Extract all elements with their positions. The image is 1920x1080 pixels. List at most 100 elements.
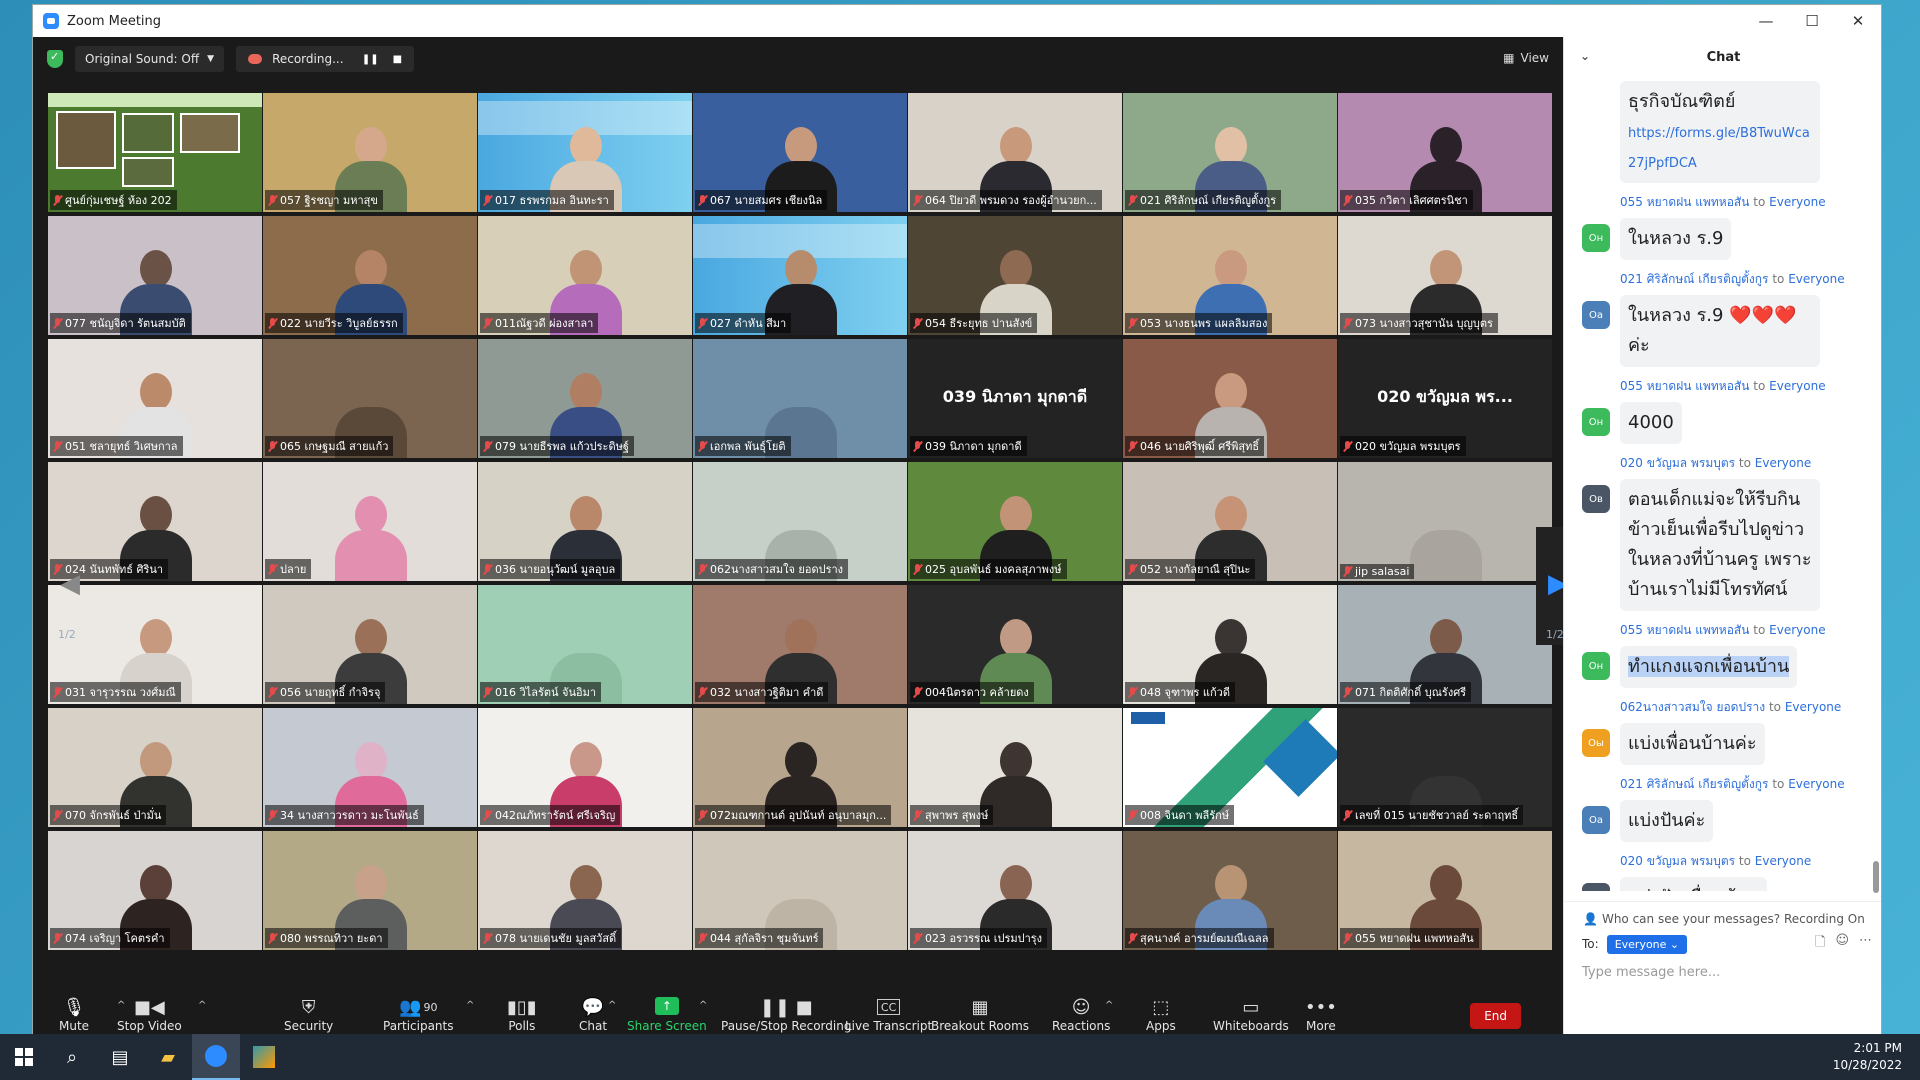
- form-link[interactable]: https://forms.gle/B8TwuWca27jPpfDCA: [1628, 126, 1810, 171]
- search-icon[interactable]: ⌕: [48, 1034, 96, 1080]
- video-tile[interactable]: jip salasai: [1338, 462, 1552, 581]
- live-transcript-button[interactable]: CC Live Transcript: [845, 999, 932, 1033]
- security-button[interactable]: ⛨ Security: [284, 995, 333, 1034]
- video-tile[interactable]: 048 จุฑาพร แก้วดี: [1123, 585, 1337, 704]
- previous-page-button[interactable]: ◀ 1/2: [48, 527, 92, 645]
- video-tile[interactable]: 078 นายเดนชัย มูลสวัสดิ์: [478, 831, 692, 950]
- video-tile[interactable]: 008 จินดา พลีรักษ์: [1123, 708, 1337, 827]
- video-tile[interactable]: 021 ศิริลักษณ์ เกียรติญูตั้งกูร: [1123, 93, 1337, 212]
- video-tile[interactable]: 020 ขวัญมล พร... 020 ขวัญมล พรมบุตร: [1338, 339, 1552, 458]
- video-tile[interactable]: 080 พรรณทิวา ยะดา: [263, 831, 477, 950]
- apps-button[interactable]: ⬚ Apps: [1146, 995, 1176, 1034]
- video-tile[interactable]: 052 นางกัลยาณี สุปินะ: [1123, 462, 1337, 581]
- more-button[interactable]: ••• More: [1305, 995, 1337, 1034]
- whiteboards-button[interactable]: ▭ Whiteboards: [1213, 995, 1289, 1034]
- chat-sender[interactable]: 055 หยาดฝน แพทหอสัน: [1620, 379, 1749, 393]
- video-tile[interactable]: 071 กิตติศักดิ์ บุณรังศรี: [1338, 585, 1552, 704]
- video-tile[interactable]: 077 ชนัญจิดา รัตนสมบัติ: [48, 216, 262, 335]
- chat-sender[interactable]: 021 ศิริลักษณ์ เกียรติญูตั้งกูร: [1620, 777, 1768, 791]
- video-tile[interactable]: ปลาย: [263, 462, 477, 581]
- video-tile[interactable]: 004นิตรดาว คล้ายดง: [908, 585, 1122, 704]
- video-tile[interactable]: 074 เจริญา โคตรคำ: [48, 831, 262, 950]
- chat-caret-icon[interactable]: ^: [608, 1000, 616, 1011]
- chat-sender[interactable]: 021 ศิริลักษณ์ เกียรติญูตั้งกูร: [1620, 272, 1768, 286]
- video-tile[interactable]: 064 ปิยวดี พรมดวง รองผู้อำนวยก...: [908, 93, 1122, 212]
- file-explorer-icon[interactable]: ▰: [144, 1034, 192, 1080]
- pause-recording-icon[interactable]: ❚❚: [362, 54, 379, 65]
- video-tile[interactable]: 065 เกษฐมณี สายแก้ว: [263, 339, 477, 458]
- video-tile[interactable]: 046 นายศิริพุฒิ์ ศรีพิสุทธิ์: [1123, 339, 1337, 458]
- chat-sender[interactable]: 020 ขวัญมล พรมบุตร: [1620, 456, 1735, 470]
- chat-sender[interactable]: 062นางสาวสมใจ ยอดปราง: [1620, 700, 1765, 714]
- video-tile[interactable]: สุพาพร สุพงษ์: [908, 708, 1122, 827]
- share-caret-icon[interactable]: ^: [699, 1000, 707, 1011]
- recipient-dropdown[interactable]: Everyone ⌄: [1606, 934, 1688, 954]
- zoom-taskbar-icon[interactable]: [192, 1034, 240, 1080]
- video-tile[interactable]: 032 นางสาวฐิติมา คำดี: [693, 585, 907, 704]
- chat-messages[interactable]: ธุรกิจบัณฑิตย์ https://forms.gle/B8TwuWc…: [1564, 81, 1864, 891]
- video-tile[interactable]: 044 สุกัลจิรา ชุมจันทร์: [693, 831, 907, 950]
- chat-sender[interactable]: 055 หยาดฝน แพทหอสัน: [1620, 195, 1749, 209]
- participants-button[interactable]: 👥 90 Participants: [383, 995, 454, 1034]
- chat-scrollbar[interactable]: [1873, 861, 1879, 893]
- video-tile[interactable]: 067 นายสมศร เชียงนิล: [693, 93, 907, 212]
- polls-button[interactable]: ▮▯▮ Polls: [507, 995, 537, 1034]
- video-tile[interactable]: 022 นายวีระ วิบูลย์ธรรก: [263, 216, 477, 335]
- task-view-icon[interactable]: ▤: [96, 1034, 144, 1080]
- video-tile[interactable]: 056 นายฤทธิ์ กำจิรจุ: [263, 585, 477, 704]
- view-button[interactable]: ▦ View: [1503, 51, 1549, 65]
- video-tile[interactable]: สุคนางค์ อารมย์ฒมณีเฉลล: [1123, 831, 1337, 950]
- video-tile[interactable]: 017 ธรพรกมล อินทะรา: [478, 93, 692, 212]
- video-tile[interactable]: 023 อรวรรณ เปรมปารุง: [908, 831, 1122, 950]
- video-tile[interactable]: 042ณภัทรารัตน์ ศรีเจริญ: [478, 708, 692, 827]
- chat-input[interactable]: Type message here...: [1582, 965, 1720, 980]
- share-screen-button[interactable]: ↑ Share Screen: [627, 997, 707, 1033]
- video-tile[interactable]: 011ณัฐวดี ผ่องสาลา: [478, 216, 692, 335]
- chat-sender[interactable]: 020 ขวัญมล พรมบุตร: [1620, 854, 1735, 868]
- video-tile[interactable]: 039 นิภาดา มุกดาดี 039 นิภาดา มุกดาดี: [908, 339, 1122, 458]
- file-icon[interactable]: 🗋: [1815, 933, 1825, 955]
- video-tile[interactable]: 070 จักรพันธ์ ป่ามั่น: [48, 708, 262, 827]
- start-button[interactable]: [0, 1034, 48, 1080]
- video-tile[interactable]: ศูนย์กุ่มเชษฐ์ ห้อง 202: [48, 93, 262, 212]
- original-sound-button[interactable]: Original Sound: Off ▼: [75, 46, 225, 72]
- video-tile[interactable]: 035 กวิตา เลิศศตรนิชา: [1338, 93, 1552, 212]
- video-tile[interactable]: 057 ฐิรชญา มหาสุข: [263, 93, 477, 212]
- stop-video-button[interactable]: ■◀ Stop Video: [117, 995, 182, 1034]
- breakout-rooms-button[interactable]: ▦ Breakout Rooms: [931, 995, 1029, 1034]
- video-tile[interactable]: 054 ธีระยุทธ ปานสังข์: [908, 216, 1122, 335]
- chevron-down-icon[interactable]: ▼: [207, 54, 214, 64]
- video-tile[interactable]: 055 หยาดฝน แพทหอสัน: [1338, 831, 1552, 950]
- who-can-see-link[interactable]: 👤 Who can see your messages? Recording O…: [1564, 901, 1881, 926]
- more-options-icon[interactable]: ⋯: [1859, 933, 1872, 955]
- video-tile[interactable]: 073 นางสาวสุชานัน บุญบุตร: [1338, 216, 1552, 335]
- video-tile[interactable]: 34 นางสาววรดาว มะโนพันธ์: [263, 708, 477, 827]
- close-icon[interactable]: ✕: [1835, 5, 1881, 37]
- video-tile[interactable]: 027 ดำหัน สีมา: [693, 216, 907, 335]
- reactions-button[interactable]: ☺ Reactions: [1052, 995, 1110, 1034]
- video-tile[interactable]: 072มณฑกานต์ อุปนันท์ อนุบาลมุก...: [693, 708, 907, 827]
- video-options-caret-icon[interactable]: ^: [198, 1000, 206, 1011]
- video-tile[interactable]: 062นางสาวสมใจ ยอดปราง: [693, 462, 907, 581]
- emoji-icon[interactable]: ☺: [1835, 933, 1849, 955]
- app-taskbar-icon[interactable]: [240, 1034, 288, 1080]
- video-tile[interactable]: 053 นางธนพร แผลลิมสอง: [1123, 216, 1337, 335]
- video-tile[interactable]: เลขที่ 015 นายชัชวาลย์ ระดาฤทธิ์: [1338, 708, 1552, 827]
- reactions-caret-icon[interactable]: ^: [1105, 1000, 1113, 1011]
- end-meeting-button[interactable]: End: [1470, 1003, 1521, 1029]
- mute-button[interactable]: 🎙 Mute: [59, 995, 89, 1034]
- video-tile[interactable]: 036 นายอนุวัฒน์ มูลอุบล: [478, 462, 692, 581]
- video-tile[interactable]: 079 นายธีรพล แก้วประดิษฐ์: [478, 339, 692, 458]
- video-tile[interactable]: 025 อุบลพันธ์ มงคลสุภาพงษ์: [908, 462, 1122, 581]
- maximize-icon[interactable]: ☐: [1789, 5, 1835, 37]
- participants-caret-icon[interactable]: ^: [466, 1000, 474, 1011]
- stop-recording-icon[interactable]: ■: [393, 54, 402, 65]
- chat-sender[interactable]: 055 หยาดฝน แพทหอสัน: [1620, 623, 1749, 637]
- chevron-down-icon[interactable]: ⌄: [1580, 49, 1590, 63]
- video-tile[interactable]: เอกพล พันธุ์โยติ: [693, 339, 907, 458]
- chat-button[interactable]: 💬 Chat: [579, 995, 607, 1034]
- video-tile[interactable]: 016 วิไลรัตน์ จันอิมา: [478, 585, 692, 704]
- video-tile[interactable]: 051 ชลายุทธ์ วิเศษกาล: [48, 339, 262, 458]
- pause-stop-recording-button[interactable]: ❚❚ ■ Pause/Stop Recording: [721, 995, 851, 1034]
- minimize-icon[interactable]: —: [1743, 5, 1789, 37]
